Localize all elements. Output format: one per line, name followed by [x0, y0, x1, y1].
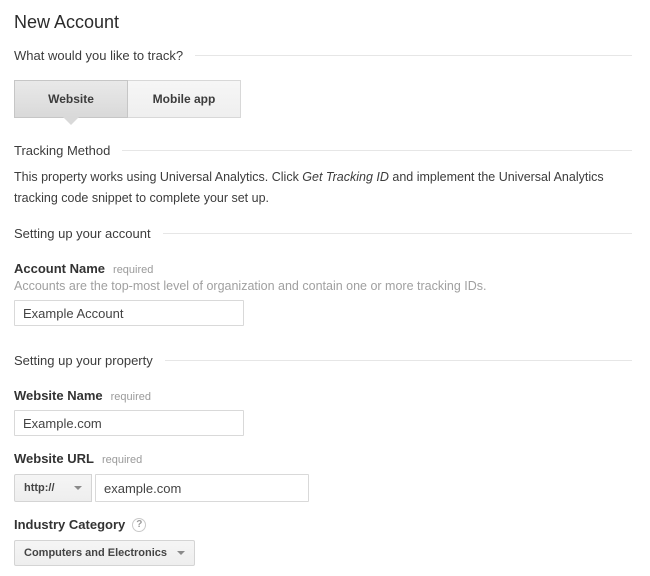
section-account-setup-heading: Setting up your account — [14, 226, 151, 241]
website-url-input[interactable] — [95, 474, 309, 502]
account-name-label: Account Name — [14, 261, 105, 276]
account-name-input[interactable] — [14, 300, 244, 326]
website-url-label: Website URL — [14, 451, 94, 466]
tracking-method-description: This property works using Universal Anal… — [14, 167, 632, 209]
account-name-field: Account Name required Accounts are the t… — [14, 261, 632, 326]
selected-tab-pointer-icon — [63, 117, 79, 125]
help-icon[interactable]: ? — [132, 518, 146, 532]
industry-category-field: Industry Category ? Computers and Electr… — [14, 517, 632, 566]
new-account-page: New Account What would you like to track… — [0, 0, 650, 576]
required-flag: required — [102, 454, 142, 466]
website-name-label-row: Website Name required — [14, 388, 632, 403]
section-what-to-track-heading: What would you like to track? — [14, 48, 183, 63]
section-property-setup: Setting up your property — [14, 353, 632, 368]
page-title: New Account — [14, 12, 632, 33]
industry-category-value: Computers and Electronics — [24, 547, 167, 559]
url-protocol-value: http:// — [24, 482, 55, 494]
tab-mobile-app[interactable]: Mobile app — [127, 80, 241, 118]
website-name-label: Website Name — [14, 388, 103, 403]
tab-mobile-app-label: Mobile app — [153, 92, 216, 106]
website-name-field: Website Name required — [14, 388, 632, 436]
section-property-setup-heading: Setting up your property — [14, 353, 153, 368]
section-divider — [163, 233, 632, 234]
tab-website-label: Website — [48, 92, 94, 106]
account-name-label-row: Account Name required — [14, 261, 632, 276]
website-url-field: Website URL required http:// — [14, 451, 632, 502]
section-account-setup: Setting up your account — [14, 226, 632, 241]
caret-down-icon — [177, 551, 185, 555]
section-what-to-track: What would you like to track? — [14, 48, 632, 63]
tab-website[interactable]: Website — [14, 80, 128, 118]
account-name-help-text: Accounts are the top-most level of organ… — [14, 279, 632, 293]
section-tracking-method-heading: Tracking Method — [14, 143, 110, 158]
industry-category-dropdown[interactable]: Computers and Electronics — [14, 540, 195, 566]
description-text-before: This property works using Universal Anal… — [14, 170, 302, 184]
url-protocol-dropdown[interactable]: http:// — [14, 474, 92, 502]
website-url-input-row: http:// — [14, 474, 632, 502]
track-type-tabs: Website Mobile app — [14, 80, 632, 118]
website-name-input[interactable] — [14, 410, 244, 436]
required-flag: required — [111, 391, 151, 403]
section-tracking-method: Tracking Method — [14, 143, 632, 158]
section-divider — [122, 150, 632, 151]
required-flag: required — [113, 264, 153, 276]
website-url-label-row: Website URL required — [14, 451, 632, 466]
caret-down-icon — [74, 486, 82, 490]
description-italic-phrase: Get Tracking ID — [302, 170, 389, 184]
industry-category-label: Industry Category — [14, 517, 125, 532]
section-divider — [165, 360, 632, 361]
industry-category-label-row: Industry Category ? — [14, 517, 632, 532]
section-divider — [195, 55, 632, 56]
